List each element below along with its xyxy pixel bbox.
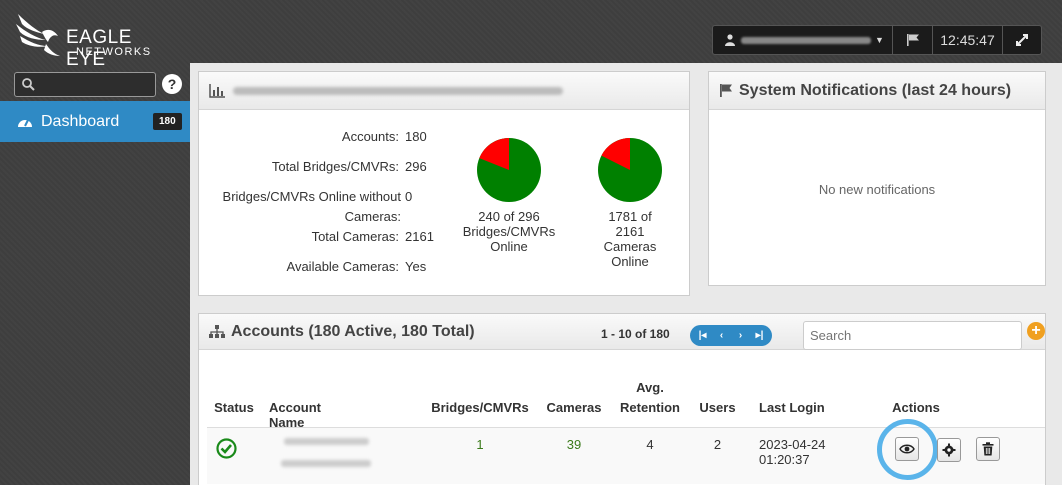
summary-panel-header [199, 72, 689, 110]
delete-account-button[interactable] [976, 437, 1000, 461]
eye-icon [899, 444, 915, 454]
cameras-online-pie [598, 138, 662, 202]
notifications-title: System Notifications (last 24 hours) [739, 81, 1012, 99]
col-status[interactable]: Status [209, 400, 259, 415]
stat-total-cameras: Total Cameras: [311, 229, 399, 244]
first-page-button[interactable]: |◂ [693, 326, 712, 345]
search-icon [22, 78, 35, 91]
col-cameras[interactable]: Cameras [544, 400, 604, 415]
stat-accounts: Accounts: [341, 129, 399, 144]
row-cameras[interactable]: 39 [544, 437, 604, 452]
fullscreen-button[interactable] [1003, 26, 1041, 54]
notifications-panel: System Notifications (last 24 hours) No … [708, 71, 1046, 286]
summary-panel: Accounts: 180 Total Bridges/CMVRs: 296 B… [198, 71, 690, 296]
stat-bridges-no-cameras-value: 0 [405, 189, 413, 204]
eagle-eye-logo[interactable]: EAGLE EYE NETWORKS [14, 10, 174, 70]
col-users[interactable]: Users [696, 400, 739, 415]
notifications-flag-button[interactable] [893, 26, 933, 54]
cameras-pie-caption: 1781 of 2161 Cameras Online [603, 209, 657, 269]
prev-page-button[interactable]: ‹ [712, 326, 731, 345]
panel-title-redacted [233, 86, 563, 95]
stat-available-cameras: Available Cameras: [286, 259, 399, 274]
last-page-button[interactable]: ▸| [750, 326, 769, 345]
dashboard-icon [18, 119, 32, 127]
bridges-pie-caption: 240 of 296 Bridges/CMVRs Online [462, 209, 556, 254]
col-last-login[interactable]: Last Login [759, 400, 849, 415]
row-last-login: 2023-04-24 01:20:37 [759, 437, 826, 467]
clock: 12:45:47 [933, 26, 1003, 54]
help-button[interactable]: ? [162, 74, 182, 94]
accounts-title: Accounts (180 Active, 180 Total) [231, 322, 475, 340]
count-badge: 180 [153, 113, 182, 130]
notifications-panel-header: System Notifications (last 24 hours) [709, 72, 1045, 110]
col-actions: Actions [892, 400, 940, 415]
top-toolbar: ▼ 12:45:47 [712, 25, 1042, 55]
sidebar-search-input[interactable] [14, 72, 156, 97]
col-avg-retention-line1[interactable]: Avg. [617, 380, 683, 395]
chevron-down-icon: ▼ [875, 35, 884, 45]
accounts-search-input[interactable] [803, 321, 1022, 350]
sidebar-item-dashboard[interactable]: Dashboard 180 [0, 101, 199, 142]
sidebar-item-label: Dashboard [41, 112, 120, 130]
brand-subname: NETWORKS [76, 46, 152, 58]
stat-bridges-no-cameras-line2: Cameras: [344, 209, 401, 224]
gear-icon [942, 443, 956, 457]
stat-total-bridges-value: 296 [405, 159, 427, 174]
pager-controls: |◂ ‹ › ▸| [690, 325, 772, 346]
row-bridges[interactable]: 1 [429, 437, 531, 452]
account-name-redacted-line2 [281, 460, 371, 467]
stat-bridges-no-cameras: Bridges/CMVRs Online without [222, 189, 401, 204]
flag-icon [906, 34, 919, 46]
stat-available-cameras-value: Yes [405, 259, 427, 274]
stat-total-cameras-value: 2161 [405, 229, 434, 244]
notifications-empty-text: No new notifications [818, 182, 936, 197]
next-page-button[interactable]: › [731, 326, 750, 345]
sitemap-icon [209, 324, 225, 338]
bridges-online-pie [477, 138, 541, 202]
eagle-logo-icon [16, 14, 60, 56]
add-account-button[interactable]: + [1027, 322, 1045, 340]
row-retention: 4 [646, 437, 654, 452]
flag-icon [720, 84, 732, 97]
stat-accounts-value: 180 [405, 129, 427, 144]
user-menu[interactable]: ▼ [713, 26, 893, 54]
account-settings-button[interactable] [937, 438, 961, 462]
col-avg-retention-line2[interactable]: Retention [617, 400, 683, 415]
col-bridges[interactable]: Bridges/CMVRs [429, 400, 531, 415]
col-account-name[interactable]: Account Name [269, 400, 359, 430]
account-name-redacted[interactable] [284, 438, 369, 445]
view-account-button[interactable] [895, 437, 919, 461]
expand-icon [1016, 34, 1028, 46]
stat-total-bridges: Total Bridges/CMVRs: [271, 159, 399, 174]
pager-range: 1 - 10 of 180 [601, 327, 670, 341]
accounts-panel: Accounts (180 Active, 180 Total) 1 - 10 … [198, 313, 1046, 485]
row-users: 2 [713, 437, 722, 452]
status-ok-icon [216, 438, 237, 459]
trash-icon [982, 442, 994, 456]
user-name-redacted [741, 36, 871, 44]
bar-chart-icon [209, 83, 225, 98]
user-icon [725, 34, 735, 46]
